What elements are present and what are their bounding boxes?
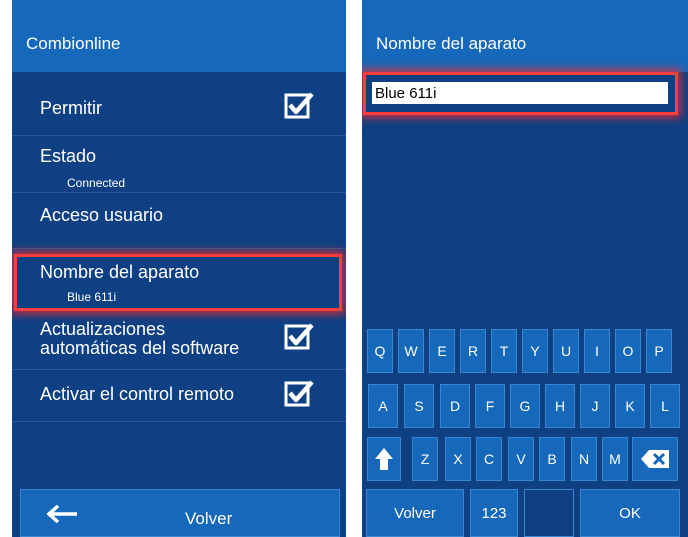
key-m[interactable]: M: [602, 437, 628, 481]
actualizaciones-label-line2: automáticas del software: [40, 338, 240, 358]
estado-value: Connected: [67, 176, 126, 190]
estado-row[interactable]: Estado Connected: [12, 136, 346, 192]
permitir-checkbox-icon[interactable]: [284, 92, 314, 120]
actualizaciones-label-line1: Actualizaciones: [40, 319, 166, 339]
device-name-title-bar: Nombre del aparato: [362, 0, 688, 72]
permitir-row[interactable]: Permitir: [12, 72, 346, 136]
key-h[interactable]: H: [545, 384, 575, 428]
permitir-label: Permitir: [40, 98, 102, 118]
actualizaciones-checkbox-icon[interactable]: [284, 323, 314, 351]
key-d[interactable]: D: [440, 384, 470, 428]
settings-title: Combionline: [26, 34, 121, 53]
key-g[interactable]: G: [510, 384, 540, 428]
acceso-usuario-label: Acceso usuario: [40, 205, 164, 225]
divider: [12, 421, 346, 422]
keyboard-back-key[interactable]: Volver: [366, 489, 464, 537]
estado-label: Estado: [40, 146, 97, 166]
control-remoto-label: Activar el control remoto: [40, 384, 235, 404]
acceso-usuario-row[interactable]: Acceso usuario: [12, 193, 346, 248]
actualizaciones-row[interactable]: Actualizaciones automáticas del software: [12, 314, 346, 370]
key-j[interactable]: J: [580, 384, 610, 428]
control-remoto-row[interactable]: Activar el control remoto: [12, 370, 346, 422]
key-i[interactable]: I: [584, 329, 610, 373]
back-button[interactable]: Volver: [20, 489, 340, 537]
key-n[interactable]: N: [571, 437, 597, 481]
shift-key[interactable]: [367, 437, 401, 481]
numbers-key[interactable]: 123: [470, 489, 518, 537]
key-t[interactable]: T: [491, 329, 517, 373]
key-z[interactable]: Z: [412, 437, 438, 481]
key-b[interactable]: B: [539, 437, 565, 481]
settings-panel: Combionline Permitir Estado Connected Ac…: [12, 0, 346, 537]
selection-highlight: [14, 254, 342, 311]
space-key[interactable]: [524, 489, 574, 537]
key-o[interactable]: O: [615, 329, 641, 373]
key-x[interactable]: X: [445, 437, 471, 481]
key-w[interactable]: W: [398, 329, 424, 373]
key-y[interactable]: Y: [522, 329, 548, 373]
key-l[interactable]: L: [650, 384, 680, 428]
backspace-key[interactable]: [632, 437, 678, 481]
key-c[interactable]: C: [476, 437, 502, 481]
shift-arrow-icon: [375, 448, 393, 470]
device-name-panel: Nombre del aparato Blue 611i Q W E R T Y…: [362, 0, 688, 537]
divider: [12, 248, 346, 249]
back-label: Volver: [185, 509, 233, 528]
ok-key[interactable]: OK: [580, 489, 680, 537]
key-q[interactable]: Q: [367, 329, 393, 373]
key-s[interactable]: S: [404, 384, 434, 428]
arrow-left-icon: [47, 505, 77, 523]
key-p[interactable]: P: [646, 329, 672, 373]
control-remoto-checkbox-icon[interactable]: [284, 380, 314, 408]
key-v[interactable]: V: [508, 437, 534, 481]
key-f[interactable]: F: [475, 384, 505, 428]
settings-title-bar: Combionline: [12, 0, 346, 72]
backspace-icon: [641, 450, 669, 468]
key-e[interactable]: E: [429, 329, 455, 373]
key-k[interactable]: K: [615, 384, 645, 428]
key-u[interactable]: U: [553, 329, 579, 373]
input-highlight: [363, 72, 678, 115]
key-r[interactable]: R: [460, 329, 486, 373]
device-name-title: Nombre del aparato: [376, 34, 527, 53]
key-a[interactable]: A: [368, 384, 398, 428]
